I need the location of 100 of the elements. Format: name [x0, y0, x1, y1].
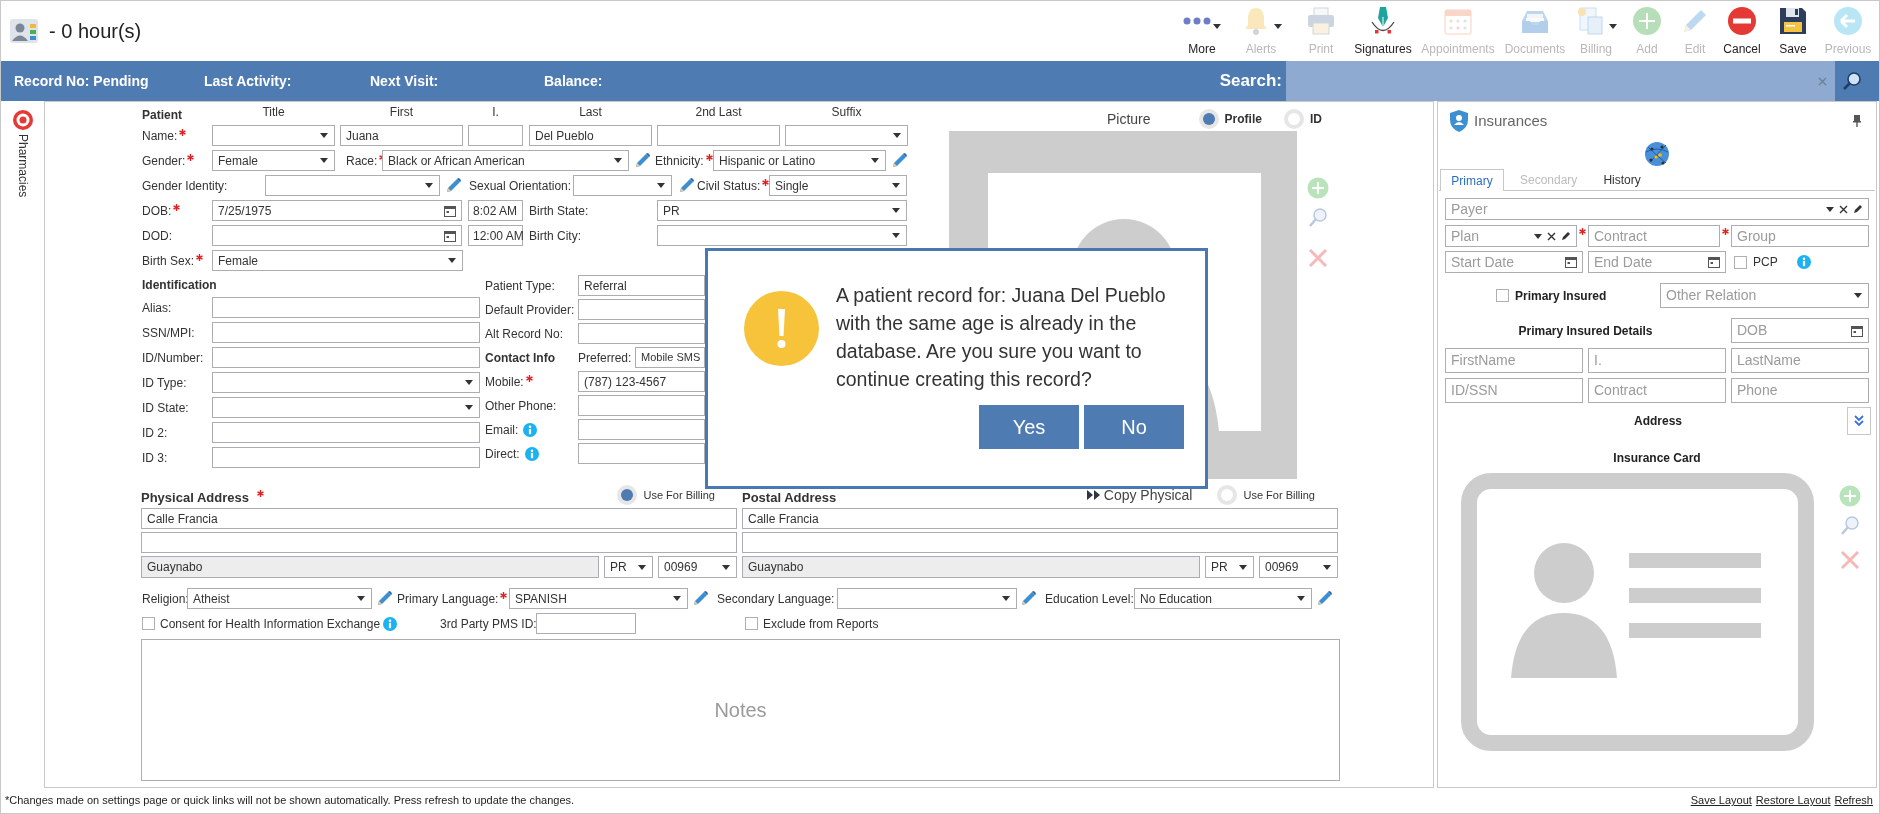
dropdown[interactable]: Single [769, 175, 907, 196]
dropdown[interactable] [212, 372, 480, 393]
info-icon[interactable] [524, 446, 539, 461]
tab[interactable]: Primary [1440, 169, 1504, 191]
caret-icon [425, 183, 433, 188]
dropdown[interactable] [785, 125, 908, 146]
remove-icon[interactable] [1307, 247, 1329, 269]
input-field[interactable]: Juana [340, 125, 463, 146]
cancel-button[interactable]: Cancel [1718, 1, 1766, 61]
input-field[interactable]: (787) 123-4567 [578, 371, 705, 392]
dropdown[interactable]: Female [212, 150, 335, 171]
checkbox[interactable] [1496, 289, 1509, 302]
zoom-icon[interactable] [1839, 515, 1861, 537]
dropdown[interactable] [573, 175, 672, 196]
globe-icon[interactable] [1644, 141, 1670, 167]
input-field[interactable] [657, 125, 780, 146]
input-field[interactable] [578, 299, 705, 320]
radio-button[interactable] [1283, 109, 1304, 129]
footer-link[interactable]: Restore Layout [1755, 792, 1831, 809]
dropdown[interactable] [837, 588, 1017, 609]
column-header: Suffix [830, 104, 863, 121]
section-heading: Patient [142, 109, 183, 121]
dropdown[interactable]: SPANISH [509, 588, 688, 609]
checkbox[interactable] [1734, 255, 1747, 269]
footer-link[interactable]: Save Layout [1690, 792, 1752, 809]
signatures-button[interactable]: Signatures [1350, 1, 1416, 61]
calendar-icon[interactable] [444, 229, 456, 242]
section-heading: Contact Info [485, 349, 556, 367]
input-field[interactable]: Guaynabo [742, 556, 1200, 578]
dropdown[interactable]: Hispanic or Latino [713, 150, 886, 171]
dropdown[interactable]: 00969 [1259, 556, 1338, 578]
input-field[interactable] [578, 323, 705, 344]
calendar-icon[interactable] [444, 204, 456, 217]
input-field[interactable] [578, 395, 705, 416]
date-field[interactable] [212, 225, 462, 246]
input-field[interactable]: Del Pueblo [529, 125, 652, 146]
input-field[interactable] [578, 419, 705, 440]
input-field[interactable] [212, 422, 480, 443]
dropdown[interactable]: Female [212, 250, 463, 271]
input-field[interactable] [468, 125, 523, 146]
dropdown[interactable]: PR [657, 200, 907, 221]
field-label: Birth City: [529, 227, 581, 245]
footer-link[interactable]: Refresh [1834, 792, 1873, 809]
calendar-icon[interactable] [1708, 256, 1720, 268]
radio-button[interactable] [617, 485, 638, 505]
clear-icon[interactable] [1839, 204, 1848, 214]
remove-icon[interactable] [1839, 549, 1861, 571]
info-icon[interactable] [383, 616, 398, 631]
clear-icon[interactable] [1547, 231, 1556, 241]
dropdown[interactable] [212, 397, 480, 418]
input-field[interactable] [212, 347, 480, 368]
radio-button[interactable] [1198, 109, 1219, 129]
info-icon[interactable] [523, 422, 538, 437]
input-field[interactable] [212, 322, 480, 343]
input-field[interactable] [536, 613, 636, 634]
dropdown[interactable]: No Education [1134, 588, 1312, 609]
radio-button[interactable] [1217, 485, 1238, 505]
dropdown[interactable]: 00969 [658, 556, 737, 578]
more-button[interactable]: More [1174, 1, 1230, 61]
input-field[interactable] [141, 532, 737, 553]
save-button[interactable]: Save [1766, 1, 1820, 61]
input-field[interactable]: Guaynabo [141, 556, 599, 578]
input-field[interactable]: Mobile SMS [635, 347, 705, 368]
input-field[interactable] [578, 443, 705, 464]
input-field[interactable]: Calle Francia [141, 508, 737, 529]
input-field[interactable]: Calle Francia [742, 508, 1338, 529]
dropdown[interactable]: Black or African American [382, 150, 629, 171]
side-tab[interactable]: Pharmacies [11, 134, 34, 198]
dropdown[interactable]: Atheist [187, 588, 372, 609]
add-icon[interactable] [1307, 177, 1329, 199]
checkbox[interactable] [142, 617, 155, 630]
dropdown[interactable] [212, 125, 335, 146]
tab[interactable]: History [1593, 169, 1651, 191]
dropdown[interactable] [265, 175, 440, 196]
edit-icon[interactable] [1561, 231, 1571, 241]
expand-button[interactable] [1847, 407, 1871, 435]
time-field[interactable]: 12:00 AM [468, 225, 523, 246]
info-icon[interactable] [1796, 255, 1811, 269]
input-field[interactable] [742, 532, 1338, 553]
edit-icon[interactable] [1853, 204, 1863, 214]
search-field[interactable] [1286, 61, 1835, 101]
add-icon[interactable] [1839, 485, 1861, 507]
dropdown[interactable]: PR [1205, 556, 1254, 578]
dropdown[interactable] [657, 225, 907, 246]
input-field[interactable]: Referral [578, 275, 705, 296]
field-label: ID Type: [142, 374, 187, 392]
copy-button[interactable]: Copy Physical [1086, 484, 1193, 506]
checkbox[interactable] [745, 617, 758, 630]
time-field[interactable]: 8:02 AM [468, 200, 523, 221]
input-field[interactable] [212, 447, 480, 468]
dropdown[interactable]: PR [604, 556, 653, 578]
caret-icon [357, 596, 365, 601]
calendar-icon[interactable] [1851, 324, 1863, 337]
input-field[interactable] [212, 297, 480, 318]
dialog-button[interactable]: Yes [979, 405, 1079, 449]
pin-icon[interactable] [1853, 115, 1861, 127]
zoom-icon[interactable] [1307, 207, 1329, 229]
date-field[interactable]: 7/25/1975 [212, 200, 462, 221]
calendar-icon[interactable] [1565, 256, 1577, 268]
dialog-button[interactable]: No [1084, 405, 1184, 449]
